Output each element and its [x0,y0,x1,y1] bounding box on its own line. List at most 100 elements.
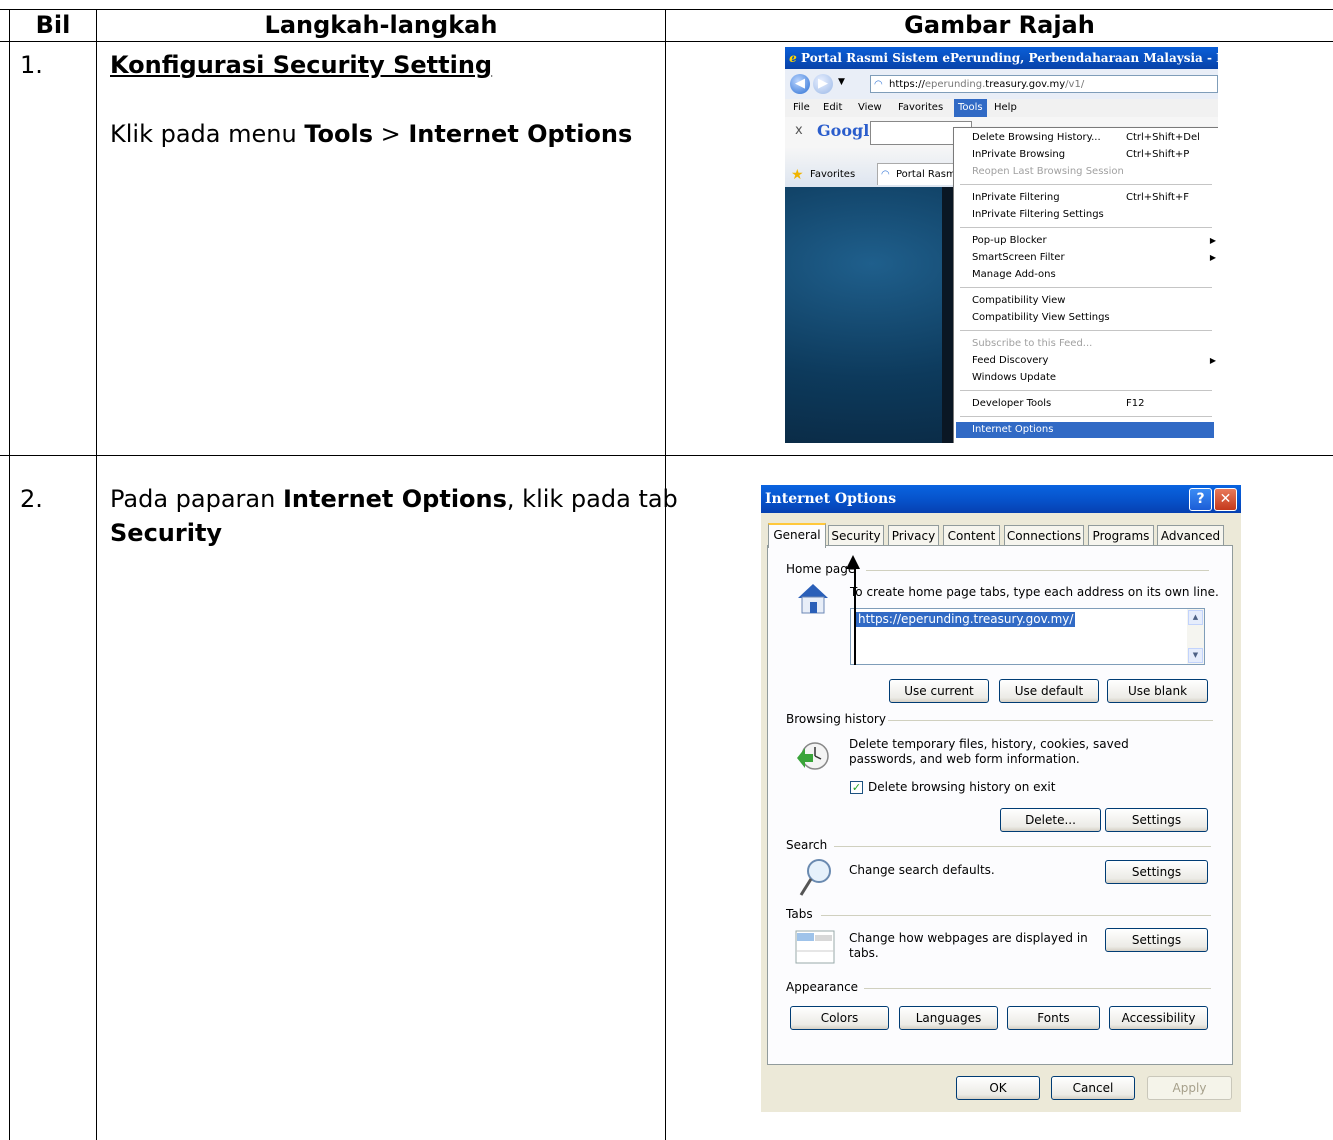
back-arrow-icon[interactable]: ◀ [790,74,810,94]
fonts-button[interactable]: Fonts [1007,1006,1100,1030]
history-settings-button[interactable]: Settings [1105,808,1208,832]
tab-programs[interactable]: Programs [1088,525,1154,546]
menu-tools[interactable]: Tools [954,99,987,117]
browser-tab[interactable]: ◠ Portal Rasmi [877,163,957,185]
menu-separator [960,227,1212,228]
menu-item-smartscreen[interactable]: SmartScreen Filter ▶ [972,250,1216,266]
use-current-button[interactable]: Use current [889,679,989,703]
tabs-description: Change how webpages are displayed in tab… [849,931,1088,960]
pointer-arrow-head-icon [846,555,860,569]
row1-step-internet-options: Internet Options [408,120,633,148]
menu-edit[interactable]: Edit [823,99,842,117]
menu-item-developer-tools[interactable]: Developer Tools F12 [972,396,1144,412]
group-divider [834,846,1211,847]
menu-item-label: Delete Browsing History... [972,132,1101,143]
dropdown-arrow-icon[interactable]: ▼ [838,77,845,87]
tab-content[interactable]: Content [943,525,1000,546]
menu-view[interactable]: View [858,99,882,117]
row1-step-prefix: Klik pada menu [110,120,305,148]
tab-general[interactable]: General [768,523,826,548]
favorites-star-icon[interactable]: ★ [791,167,804,183]
url-field[interactable]: ◠ https://eperunding.treasury.gov.my/v1/ [870,75,1218,93]
menu-item-label: InPrivate Browsing [972,149,1066,160]
ok-button[interactable]: OK [956,1076,1040,1100]
menu-item-windows-update[interactable]: Windows Update [972,370,1056,386]
tools-menu: Delete Browsing History... Ctrl+Shift+Del… [953,127,1218,443]
home-page-instructions: To create home page tabs, type each addr… [850,585,1219,599]
header-langkah: Langkah-langkah [264,11,498,39]
tab-security[interactable]: Security [828,525,884,546]
row2-step-internet-options: Internet Options [282,485,507,513]
row2-number: 2. [20,485,43,513]
scroll-down-icon[interactable]: ▼ [1188,648,1203,663]
row1-number: 1. [20,51,43,79]
tabs-group-label: Tabs [786,907,813,921]
menu-favorites[interactable]: Favorites [898,99,943,117]
colors-button[interactable]: Colors [790,1006,889,1030]
menu-item-label: Internet Options [972,424,1054,435]
search-settings-button[interactable]: Settings [1105,860,1208,884]
header-gambar: Gambar Rajah [904,11,1095,39]
home-page-url-input[interactable]: https://eperunding.treasury.gov.my/ ▲ ▼ [850,608,1205,665]
tab-connections[interactable]: Connections [1004,525,1084,546]
use-default-button[interactable]: Use default [999,679,1099,703]
group-divider [888,720,1213,721]
dialog-title: Internet Options [765,491,897,507]
delete-on-exit-checkbox[interactable]: ✓ [850,781,863,794]
browsing-history-group-label: Browsing history [786,712,886,726]
home-page-group-label: Home page [786,562,856,576]
tab-advanced[interactable]: Advanced [1157,525,1224,546]
menu-separator [960,390,1212,391]
group-divider [821,915,1211,916]
menu-item-compat-view[interactable]: Compatibility View [972,293,1065,309]
row2-step-mid: , klik pada tab [506,485,678,513]
menu-separator [960,416,1212,417]
scroll-up-icon[interactable]: ▲ [1188,610,1203,625]
menu-item-feed-discovery[interactable]: Feed Discovery ▶ [972,353,1216,369]
close-icon[interactable]: ✕ [1214,488,1237,511]
menu-item-internet-options[interactable]: Internet Options [956,422,1214,438]
menu-file[interactable]: File [793,99,810,117]
tab-privacy[interactable]: Privacy [888,525,939,546]
menu-item-compat-view-settings[interactable]: Compatibility View Settings [972,310,1110,326]
menu-item-delete-history[interactable]: Delete Browsing History... Ctrl+Shift+Del [972,130,1200,146]
menu-item-inprivate-filtering[interactable]: InPrivate Filtering Ctrl+Shift+F [972,190,1189,206]
menu-separator [960,330,1212,331]
use-blank-button[interactable]: Use blank [1107,679,1208,703]
help-icon[interactable]: ? [1189,488,1212,511]
search-group-label: Search [786,838,828,852]
menu-item-label: InPrivate Filtering [972,192,1060,203]
menu-item-manage-addons[interactable]: Manage Add-ons [972,267,1056,283]
menu-help[interactable]: Help [994,99,1017,117]
tabs-settings-button[interactable]: Settings [1105,928,1208,952]
menu-item-label: Developer Tools [972,398,1052,409]
menu-item-label: Windows Update [972,372,1057,383]
menu-item-inprivate-browsing[interactable]: InPrivate Browsing Ctrl+Shift+P [972,147,1189,163]
menu-item-label: Compatibility View [972,295,1066,306]
internet-options-dialog: Internet Options ? ✕ General Security Pr… [761,485,1241,1112]
dialog-title-bar: Internet Options ? ✕ [761,485,1241,513]
menu-item-subscribe-feed: Subscribe to this Feed... [972,336,1092,352]
favorites-label[interactable]: Favorites [810,169,855,180]
cancel-button[interactable]: Cancel [1051,1076,1135,1100]
menu-item-label: Reopen Last Browsing Session [972,166,1124,177]
delete-on-exit-label[interactable]: Delete browsing history on exit [868,780,1055,795]
tabs-window-icon [795,930,835,964]
languages-button[interactable]: Languages [899,1006,998,1030]
menu-item-label: Pop-up Blocker [972,235,1047,246]
home-page-url: https://eperunding.treasury.gov.my/ [856,612,1076,627]
forward-arrow-icon[interactable]: ▶ [813,74,833,94]
url-scrollbar[interactable]: ▲ ▼ [1187,609,1204,664]
menu-item-inprivate-filtering-settings[interactable]: InPrivate Filtering Settings [972,207,1104,223]
apply-button: Apply [1147,1076,1232,1100]
menu-item-shortcut: Ctrl+Shift+P [1126,149,1190,160]
delete-button[interactable]: Delete... [1000,808,1101,832]
menu-item-popup-blocker[interactable]: Pop-up Blocker ▶ [972,233,1216,249]
google-close-icon[interactable]: x [795,123,803,138]
menu-item-label: Compatibility View Settings [972,312,1110,323]
document-page: Bil Langkah-langkah Gambar Rajah 1. Konf… [0,0,1333,1140]
table-col-divider-2 [665,9,666,1140]
menu-item-shortcut: Ctrl+Shift+F [1126,192,1190,203]
accessibility-button[interactable]: Accessibility [1109,1006,1208,1030]
history-description: Delete temporary files, history, cookies… [849,737,1129,766]
